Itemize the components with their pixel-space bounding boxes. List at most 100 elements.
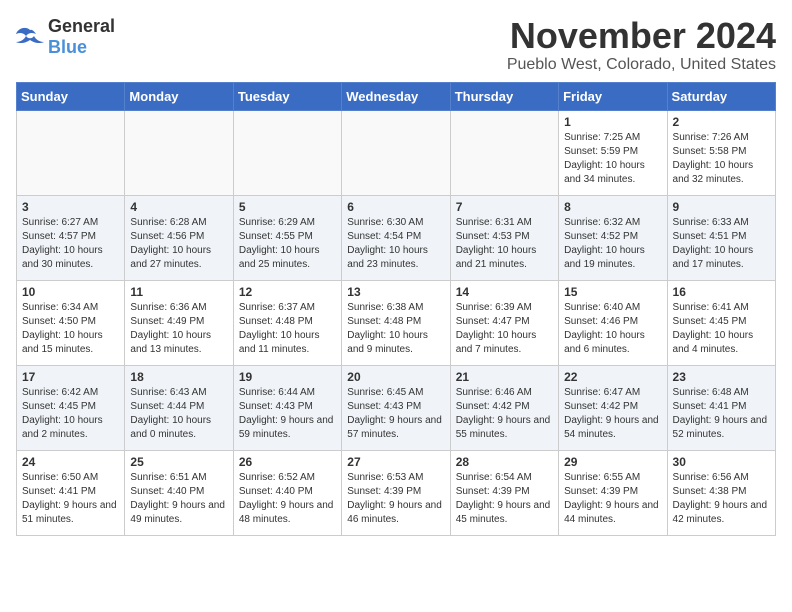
calendar-header-wednesday: Wednesday [342,82,450,110]
calendar-cell [125,110,233,195]
calendar-header-tuesday: Tuesday [233,82,341,110]
day-number: 21 [456,370,553,384]
day-info: Sunrise: 6:29 AM Sunset: 4:55 PM Dayligh… [239,216,336,272]
day-info: Sunrise: 6:46 AM Sunset: 4:42 PM Dayligh… [456,386,553,442]
day-info: Sunrise: 6:53 AM Sunset: 4:39 PM Dayligh… [347,471,444,527]
calendar-cell: 21 Sunrise: 6:46 AM Sunset: 4:42 PM Dayli… [450,365,558,450]
day-info: Sunrise: 6:36 AM Sunset: 4:49 PM Dayligh… [130,301,227,357]
day-info: Sunrise: 6:44 AM Sunset: 4:43 PM Dayligh… [239,386,336,442]
day-number: 2 [673,115,770,129]
calendar-cell: 28 Sunrise: 6:54 AM Sunset: 4:39 PM Dayli… [450,450,558,535]
day-info: Sunrise: 6:55 AM Sunset: 4:39 PM Dayligh… [564,471,661,527]
day-info: Sunrise: 6:33 AM Sunset: 4:51 PM Dayligh… [673,216,770,272]
header: General Blue November 2024 Pueblo West, … [16,16,776,74]
calendar-header-row: SundayMondayTuesdayWednesdayThursdayFrid… [17,82,776,110]
day-number: 5 [239,200,336,214]
calendar-header-thursday: Thursday [450,82,558,110]
calendar-cell: 3 Sunrise: 6:27 AM Sunset: 4:57 PM Daylig… [17,195,125,280]
day-info: Sunrise: 6:28 AM Sunset: 4:56 PM Dayligh… [130,216,227,272]
calendar-cell: 7Sunrise: 6:31 AM Sunset: 4:53 PM Daylig… [450,195,558,280]
day-info: Sunrise: 6:50 AM Sunset: 4:41 PM Dayligh… [22,471,119,527]
calendar-cell: 16 Sunrise: 6:41 AM Sunset: 4:45 PM Dayli… [667,280,775,365]
day-info: Sunrise: 7:26 AM Sunset: 5:58 PM Dayligh… [673,131,770,187]
day-number: 24 [22,455,119,469]
calendar-cell: 19 Sunrise: 6:44 AM Sunset: 4:43 PM Dayli… [233,365,341,450]
calendar-week-row: 10 Sunrise: 6:34 AM Sunset: 4:50 PM Dayli… [17,280,776,365]
day-number: 8 [564,200,661,214]
day-info: Sunrise: 6:37 AM Sunset: 4:48 PM Dayligh… [239,301,336,357]
calendar-cell: 2 Sunrise: 7:26 AM Sunset: 5:58 PM Daylig… [667,110,775,195]
calendar-cell: 6 Sunrise: 6:30 AM Sunset: 4:54 PM Daylig… [342,195,450,280]
calendar-cell: 9 Sunrise: 6:33 AM Sunset: 4:51 PM Daylig… [667,195,775,280]
day-info: Sunrise: 6:40 AM Sunset: 4:46 PM Dayligh… [564,301,661,357]
logo-blue: Blue [48,37,87,57]
day-number: 16 [673,285,770,299]
calendar-cell: 10 Sunrise: 6:34 AM Sunset: 4:50 PM Dayli… [17,280,125,365]
calendar-week-row: 1 Sunrise: 7:25 AM Sunset: 5:59 PM Daylig… [17,110,776,195]
day-info: Sunrise: 6:41 AM Sunset: 4:45 PM Dayligh… [673,301,770,357]
month-title: November 2024 [507,16,776,56]
day-info: Sunrise: 6:47 AM Sunset: 4:42 PM Dayligh… [564,386,661,442]
day-info: Sunrise: 6:27 AM Sunset: 4:57 PM Dayligh… [22,216,119,272]
day-number: 14 [456,285,553,299]
day-number: 11 [130,285,227,299]
calendar-cell: 8 Sunrise: 6:32 AM Sunset: 4:52 PM Daylig… [559,195,667,280]
day-number: 13 [347,285,444,299]
calendar-cell: 11 Sunrise: 6:36 AM Sunset: 4:49 PM Dayli… [125,280,233,365]
day-info: Sunrise: 6:54 AM Sunset: 4:39 PM Dayligh… [456,471,553,527]
day-number: 26 [239,455,336,469]
calendar-cell: 24 Sunrise: 6:50 AM Sunset: 4:41 PM Dayli… [17,450,125,535]
logo-text: General Blue [48,16,115,58]
calendar-cell: 29 Sunrise: 6:55 AM Sunset: 4:39 PM Dayli… [559,450,667,535]
logo-icon [16,26,44,48]
day-number: 27 [347,455,444,469]
logo: General Blue [16,16,115,58]
day-number: 1 [564,115,661,129]
day-info: Sunrise: 6:38 AM Sunset: 4:48 PM Dayligh… [347,301,444,357]
logo-general: General [48,16,115,36]
day-info: Sunrise: 6:30 AM Sunset: 4:54 PM Dayligh… [347,216,444,272]
day-number: 19 [239,370,336,384]
day-number: 29 [564,455,661,469]
calendar-cell: 27 Sunrise: 6:53 AM Sunset: 4:39 PM Dayli… [342,450,450,535]
day-number: 20 [347,370,444,384]
title-area: November 2024 Pueblo West, Colorado, Uni… [507,16,776,74]
day-number: 28 [456,455,553,469]
calendar-cell: 5 Sunrise: 6:29 AM Sunset: 4:55 PM Daylig… [233,195,341,280]
calendar-cell: 26 Sunrise: 6:52 AM Sunset: 4:40 PM Dayli… [233,450,341,535]
day-number: 15 [564,285,661,299]
day-info: Sunrise: 6:32 AM Sunset: 4:52 PM Dayligh… [564,216,661,272]
day-info: Sunrise: 6:34 AM Sunset: 4:50 PM Dayligh… [22,301,119,357]
calendar-cell: 18Sunrise: 6:43 AM Sunset: 4:44 PM Dayli… [125,365,233,450]
calendar-week-row: 3 Sunrise: 6:27 AM Sunset: 4:57 PM Daylig… [17,195,776,280]
day-info: Sunrise: 6:52 AM Sunset: 4:40 PM Dayligh… [239,471,336,527]
day-info: Sunrise: 6:56 AM Sunset: 4:38 PM Dayligh… [673,471,770,527]
calendar-cell [342,110,450,195]
day-number: 3 [22,200,119,214]
day-number: 7 [456,200,553,214]
calendar-cell [450,110,558,195]
calendar-cell: 15 Sunrise: 6:40 AM Sunset: 4:46 PM Dayli… [559,280,667,365]
day-info: Sunrise: 7:25 AM Sunset: 5:59 PM Dayligh… [564,131,661,187]
day-number: 25 [130,455,227,469]
location-title: Pueblo West, Colorado, United States [507,56,776,74]
day-number: 10 [22,285,119,299]
calendar-cell: 20Sunrise: 6:45 AM Sunset: 4:43 PM Dayli… [342,365,450,450]
calendar-cell: 25Sunrise: 6:51 AM Sunset: 4:40 PM Dayli… [125,450,233,535]
day-number: 17 [22,370,119,384]
day-number: 6 [347,200,444,214]
day-number: 23 [673,370,770,384]
calendar-cell: 12Sunrise: 6:37 AM Sunset: 4:48 PM Dayli… [233,280,341,365]
calendar-cell: 1 Sunrise: 7:25 AM Sunset: 5:59 PM Daylig… [559,110,667,195]
calendar-cell: 22 Sunrise: 6:47 AM Sunset: 4:42 PM Dayli… [559,365,667,450]
day-number: 4 [130,200,227,214]
day-info: Sunrise: 6:39 AM Sunset: 4:47 PM Dayligh… [456,301,553,357]
day-number: 18 [130,370,227,384]
calendar-cell: 13 Sunrise: 6:38 AM Sunset: 4:48 PM Dayli… [342,280,450,365]
calendar-week-row: 24 Sunrise: 6:50 AM Sunset: 4:41 PM Dayli… [17,450,776,535]
day-number: 9 [673,200,770,214]
calendar-header-saturday: Saturday [667,82,775,110]
day-info: Sunrise: 6:42 AM Sunset: 4:45 PM Dayligh… [22,386,119,442]
day-number: 22 [564,370,661,384]
calendar-week-row: 17 Sunrise: 6:42 AM Sunset: 4:45 PM Dayli… [17,365,776,450]
